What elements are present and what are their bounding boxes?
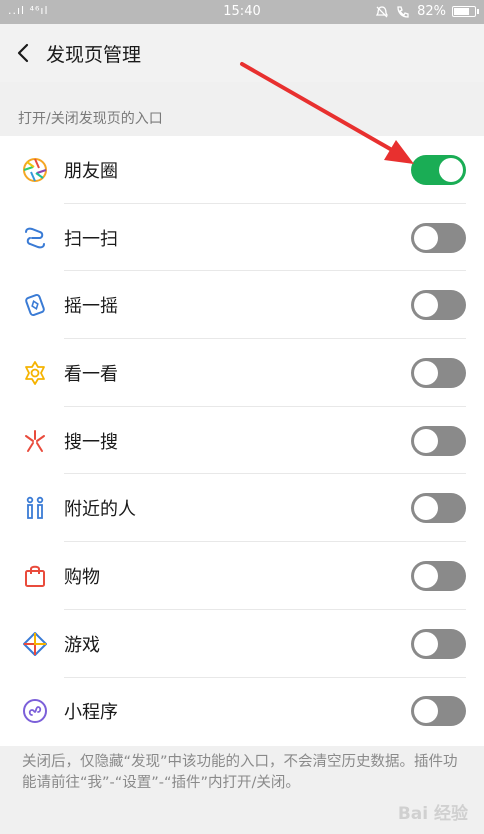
- item-label: 扫一扫: [64, 228, 118, 250]
- alarm-icon: [376, 5, 389, 17]
- moments-toggle[interactable]: [411, 154, 466, 185]
- status-right: 82%: [375, 4, 479, 19]
- item-label: 附近的人: [64, 499, 136, 521]
- search-icon: [21, 427, 49, 455]
- shake-toggle[interactable]: [411, 290, 466, 321]
- mini-programs-toggle[interactable]: [411, 696, 466, 727]
- item-label: 搜一搜: [64, 431, 118, 453]
- toggle-knob: [414, 631, 438, 656]
- page-title: 发现页管理: [46, 43, 142, 66]
- item-label: 看一看: [64, 363, 118, 385]
- list-item-top-stories: 看一看: [0, 339, 484, 407]
- toggle-knob: [414, 699, 438, 724]
- footer-note: 关闭后，仅隐藏“发现”中该功能的入口，不会清空历史数据。插件功能请前往“我”-“…: [22, 754, 458, 791]
- item-label: 购物: [64, 567, 100, 589]
- list-item-shopping: 购物: [0, 542, 484, 610]
- toggle-knob: [414, 428, 438, 453]
- watermark: Bai 经验: [397, 804, 468, 824]
- shopping-bag-icon: [21, 562, 49, 590]
- list-item-shake: 摇一摇: [0, 271, 484, 340]
- list-item-scan: 扫一扫: [0, 204, 484, 272]
- list-item-mini-programs: 小程序: [0, 678, 484, 746]
- back-button[interactable]: [0, 24, 46, 82]
- toggle-knob: [414, 564, 438, 589]
- people-nearby-toggle[interactable]: [411, 493, 466, 524]
- top-stories-toggle[interactable]: [411, 357, 466, 388]
- battery-percent: 82%: [417, 4, 446, 19]
- toggle-knob: [414, 496, 438, 521]
- games-icon: [21, 630, 49, 658]
- toggle-knob: [414, 225, 438, 250]
- status-bar: ..ıl ⁴⁶ıl 15:40 82%: [0, 0, 484, 24]
- battery-fill: [454, 8, 469, 15]
- toggle-knob: [439, 157, 463, 182]
- item-label: 朋友圈: [64, 160, 118, 182]
- section-label: 打开/关闭发现页的入口: [18, 111, 163, 127]
- shake-icon: [21, 291, 49, 319]
- mini-program-icon: [21, 697, 49, 725]
- hd-call-icon: [397, 5, 409, 18]
- toggle-knob: [414, 360, 438, 385]
- toggle-knob: [414, 293, 438, 318]
- shopping-toggle[interactable]: [411, 561, 466, 592]
- item-label: 小程序: [64, 702, 118, 724]
- list-item-people-nearby: 附近的人: [0, 475, 484, 543]
- item-label: 游戏: [64, 634, 100, 656]
- list-item-search: 搜一搜: [0, 407, 484, 475]
- games-toggle[interactable]: [411, 628, 466, 659]
- top-stories-icon: [21, 359, 49, 387]
- list-item-moments: 朋友圈: [0, 136, 484, 204]
- moments-icon: [21, 156, 49, 184]
- search-toggle[interactable]: [411, 425, 466, 456]
- navigation-header: 发现页管理: [0, 24, 484, 82]
- item-label: 摇一摇: [64, 296, 118, 318]
- battery-icon: [452, 6, 479, 17]
- back-arrow-icon: [17, 43, 29, 63]
- list-item-games: 游戏: [0, 610, 484, 678]
- discover-entries-list: 朋友圈 扫一扫 摇一摇 看一看 搜一搜 附近的人 购物 游戏 小程序: [0, 136, 484, 746]
- people-nearby-icon: [21, 494, 49, 522]
- scan-icon: [21, 224, 49, 252]
- scan-toggle[interactable]: [411, 222, 466, 253]
